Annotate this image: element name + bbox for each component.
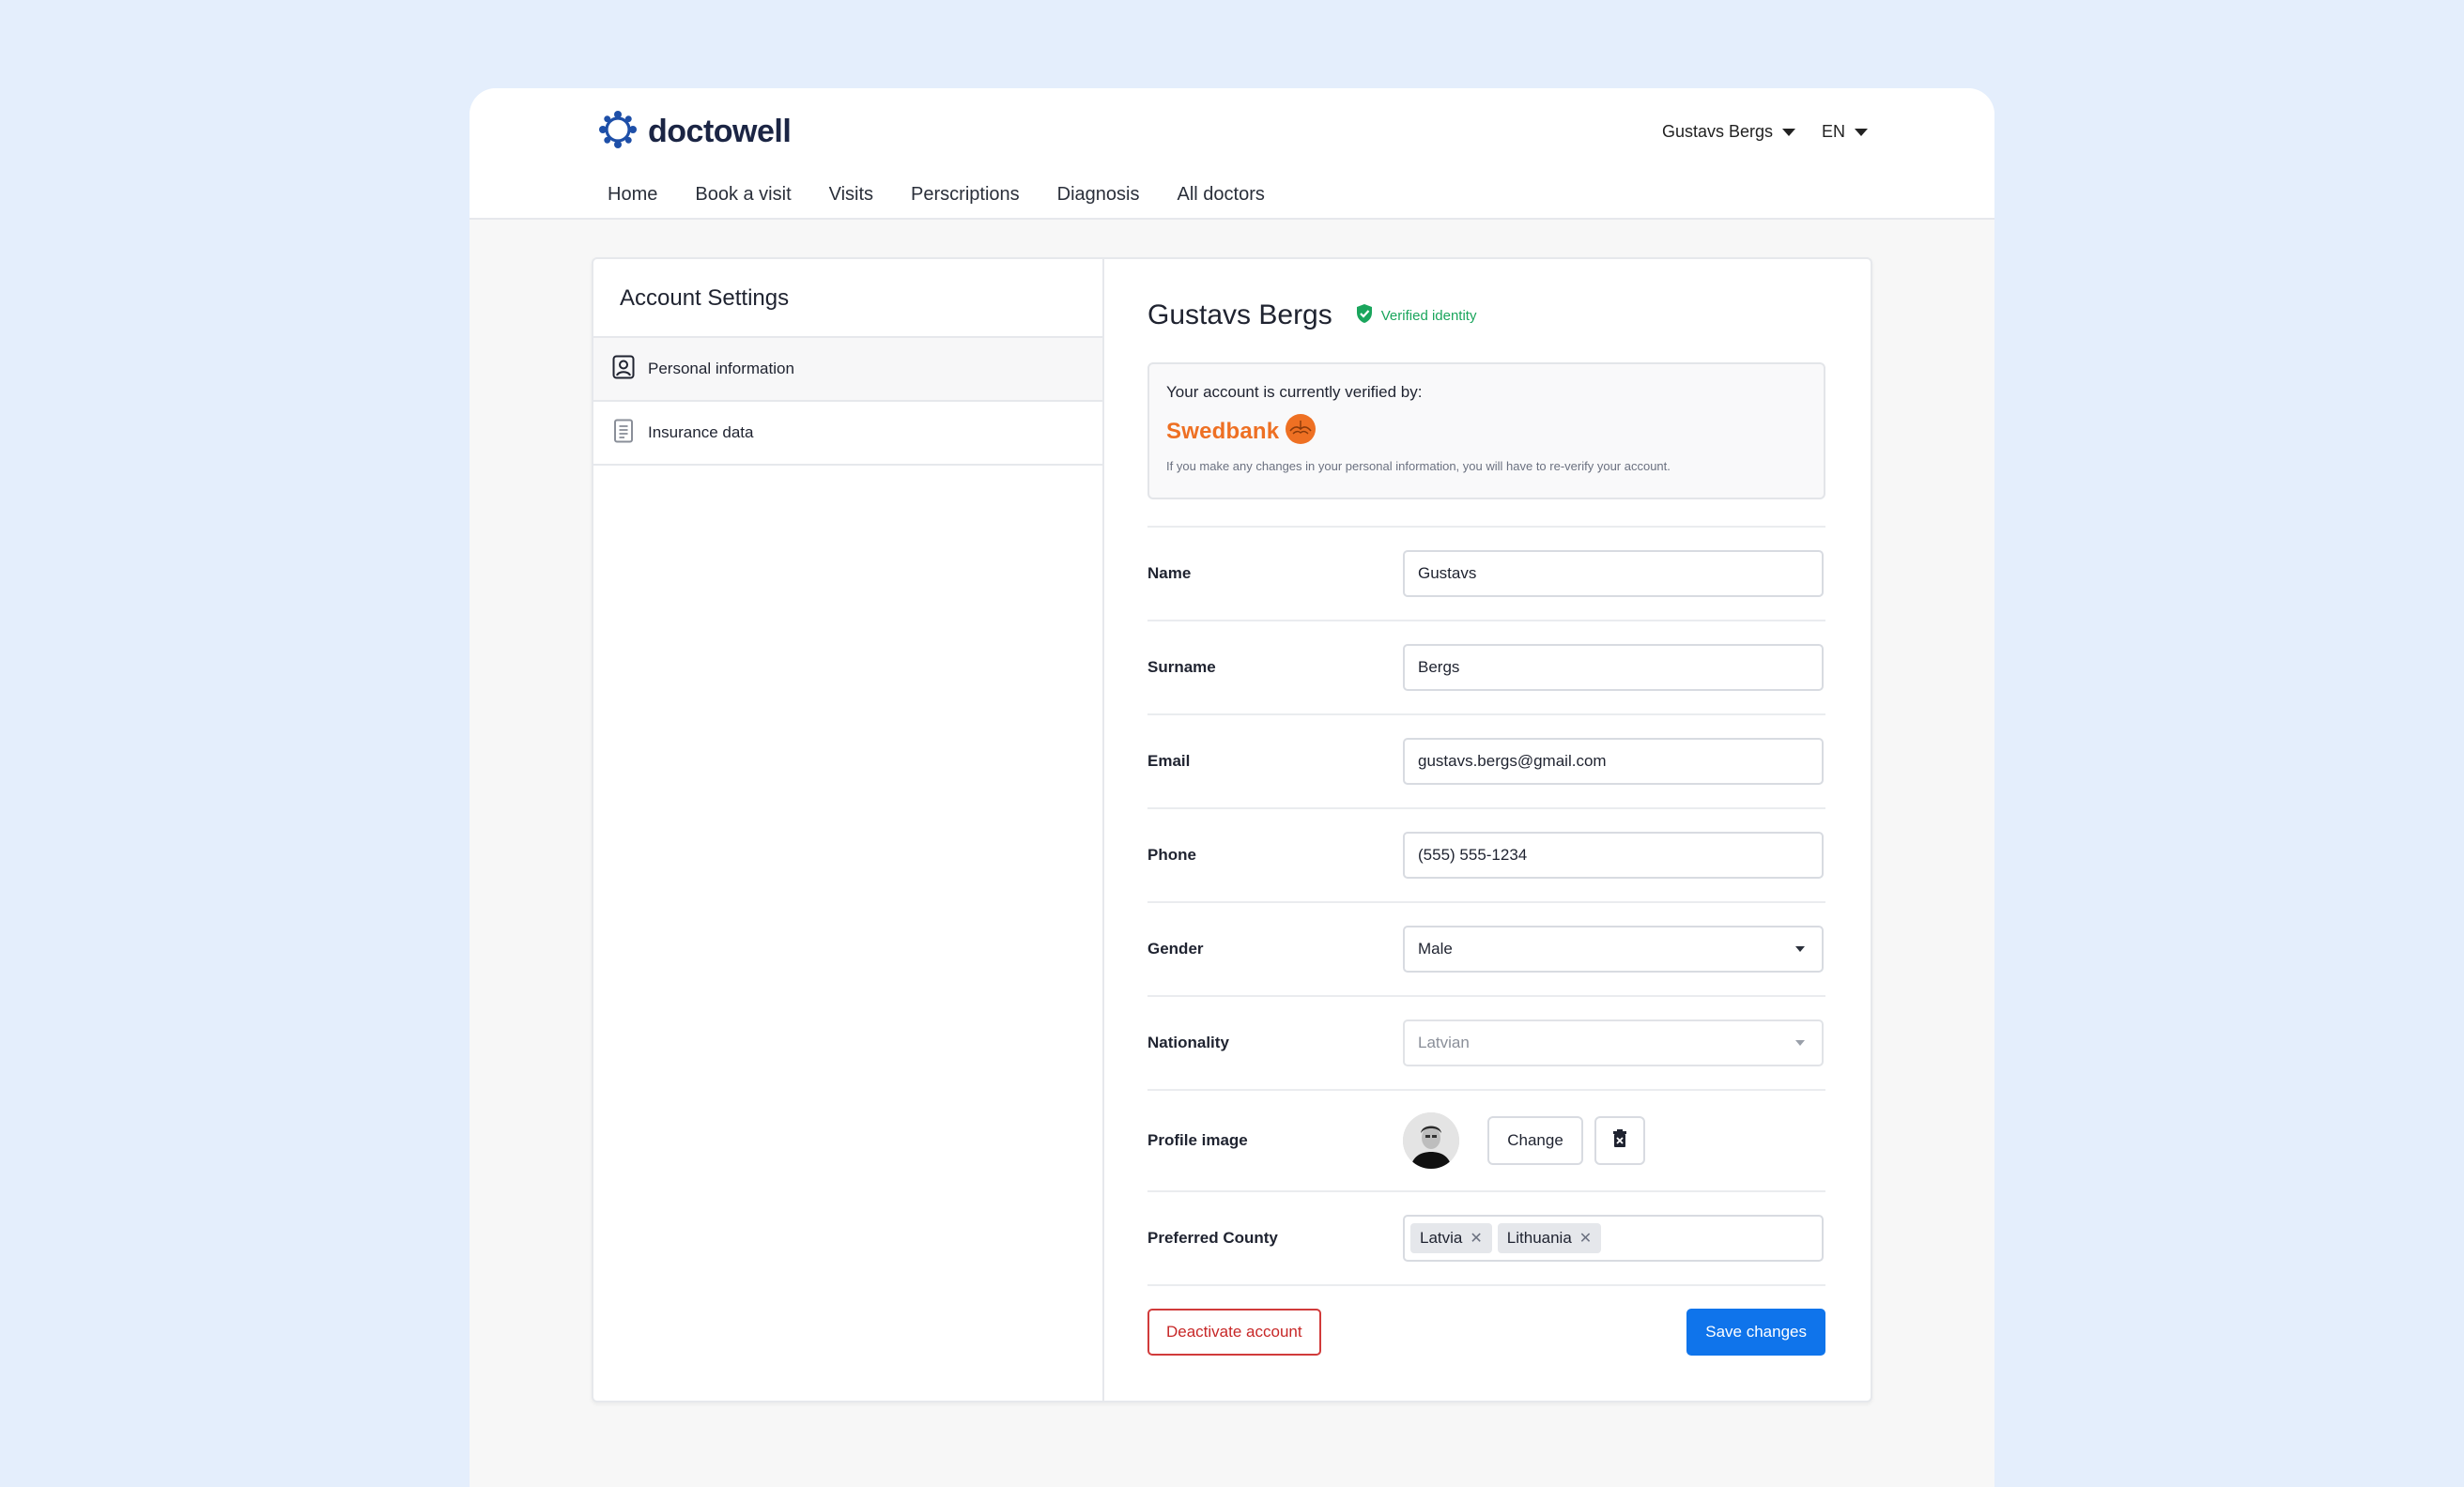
save-changes-button[interactable]: Save changes — [1686, 1309, 1825, 1356]
profile-image-label: Profile image — [1147, 1131, 1248, 1149]
profile-name: Gustavs Bergs — [1147, 299, 1332, 330]
nationality-label: Nationality — [1147, 1034, 1229, 1051]
phone-row: Phone (555) 555-1234 — [1147, 807, 1825, 901]
swedbank-emblem-icon — [1285, 413, 1317, 450]
county-chip: Lithuania ✕ — [1497, 1223, 1602, 1253]
preferred-county-multiselect[interactable]: Latvia ✕ Lithuania ✕ — [1403, 1215, 1824, 1262]
surname-input[interactable]: Bergs — [1403, 644, 1824, 691]
doctowell-logo-icon — [597, 109, 639, 155]
email-label: Email — [1147, 752, 1191, 770]
logo[interactable]: doctowell — [597, 109, 792, 155]
phone-label: Phone — [1147, 846, 1196, 864]
close-icon[interactable]: ✕ — [1579, 1229, 1592, 1248]
nav-home[interactable]: Home — [608, 184, 657, 206]
brand-name: doctowell — [648, 114, 792, 149]
gender-row: Gender Male — [1147, 901, 1825, 995]
close-icon[interactable]: ✕ — [1470, 1229, 1482, 1248]
name-input[interactable]: Gustavs — [1403, 550, 1824, 597]
chevron-down-icon — [1782, 128, 1796, 136]
sidebar-item-label: Personal information — [648, 360, 794, 377]
document-icon — [612, 419, 635, 448]
verification-box: Your account is currently verified by: S… — [1147, 362, 1825, 499]
change-image-button[interactable]: Change — [1487, 1116, 1583, 1165]
nationality-value: Latvian — [1418, 1034, 1470, 1051]
app-window: doctowell Gustavs Bergs EN Home Book a v… — [470, 88, 1994, 1487]
chevron-down-icon — [1855, 128, 1869, 136]
settings-sidebar: Account Settings Personal information In… — [593, 259, 1104, 1401]
main-nav: Home Book a visit Visits Perscriptions D… — [608, 184, 1265, 206]
gender-select[interactable]: Male — [1403, 926, 1824, 973]
avatar — [1403, 1112, 1459, 1169]
phone-input[interactable]: (555) 555-1234 — [1403, 832, 1824, 879]
trash-icon — [1612, 1128, 1627, 1153]
nav-all-doctors[interactable]: All doctors — [1177, 184, 1264, 206]
top-bar: doctowell Gustavs Bergs EN Home Book a v… — [470, 88, 1994, 220]
sidebar-item-insurance-data[interactable]: Insurance data — [593, 402, 1102, 466]
personal-information-panel: Gustavs Bergs Verified identity Your acc… — [1104, 259, 1871, 1401]
preferred-county-label: Preferred County — [1147, 1229, 1278, 1247]
profile-image-row: Profile image Change — [1147, 1089, 1825, 1190]
nationality-row: Nationality Latvian — [1147, 995, 1825, 1089]
chevron-down-icon — [1795, 946, 1805, 952]
verified-badge: Verified identity — [1355, 303, 1477, 328]
language-menu[interactable]: EN — [1822, 122, 1869, 142]
bank-name: Swedbank — [1166, 418, 1280, 444]
surname-row: Surname Bergs — [1147, 620, 1825, 713]
shield-check-icon — [1355, 303, 1374, 328]
delete-image-button[interactable] — [1594, 1116, 1645, 1165]
name-row: Name Gustavs — [1147, 526, 1825, 620]
user-menu[interactable]: Gustavs Bergs — [1662, 122, 1796, 142]
surname-label: Surname — [1147, 658, 1216, 676]
form-actions: Deactivate account Save changes — [1147, 1284, 1825, 1356]
nationality-select[interactable]: Latvian — [1403, 1019, 1824, 1066]
deactivate-account-button[interactable]: Deactivate account — [1147, 1309, 1321, 1356]
name-label: Name — [1147, 564, 1192, 582]
user-id-icon — [612, 355, 635, 384]
email-input[interactable]: gustavs.bergs@gmail.com — [1403, 738, 1824, 785]
nav-diagnosis[interactable]: Diagnosis — [1057, 184, 1140, 206]
sidebar-item-personal-information[interactable]: Personal information — [593, 338, 1102, 402]
email-row: Email gustavs.bergs@gmail.com — [1147, 713, 1825, 807]
verification-note: If you make any changes in your personal… — [1166, 459, 1671, 473]
nav-perscriptions[interactable]: Perscriptions — [911, 184, 1020, 206]
gender-label: Gender — [1147, 940, 1204, 958]
bank-logo: Swedbank — [1166, 413, 1807, 450]
county-chip: Latvia ✕ — [1410, 1223, 1492, 1253]
chip-label: Latvia — [1420, 1229, 1463, 1247]
language-label: EN — [1822, 122, 1846, 141]
sidebar-item-label: Insurance data — [648, 423, 754, 441]
user-name: Gustavs Bergs — [1662, 122, 1774, 141]
nav-book-a-visit[interactable]: Book a visit — [695, 184, 791, 206]
nav-visits[interactable]: Visits — [829, 184, 873, 206]
chip-label: Lithuania — [1506, 1229, 1572, 1247]
sidebar-title: Account Settings — [593, 259, 1102, 338]
profile-header: Gustavs Bergs Verified identity — [1147, 297, 1825, 334]
settings-card: Account Settings Personal information In… — [592, 257, 1872, 1403]
verification-title: Your account is currently verified by: — [1166, 383, 1423, 401]
chevron-down-icon — [1795, 1040, 1805, 1046]
preferred-county-row: Preferred County Latvia ✕ Lithuania ✕ — [1147, 1190, 1825, 1284]
gender-value: Male — [1418, 940, 1453, 958]
verified-label: Verified identity — [1380, 307, 1477, 324]
